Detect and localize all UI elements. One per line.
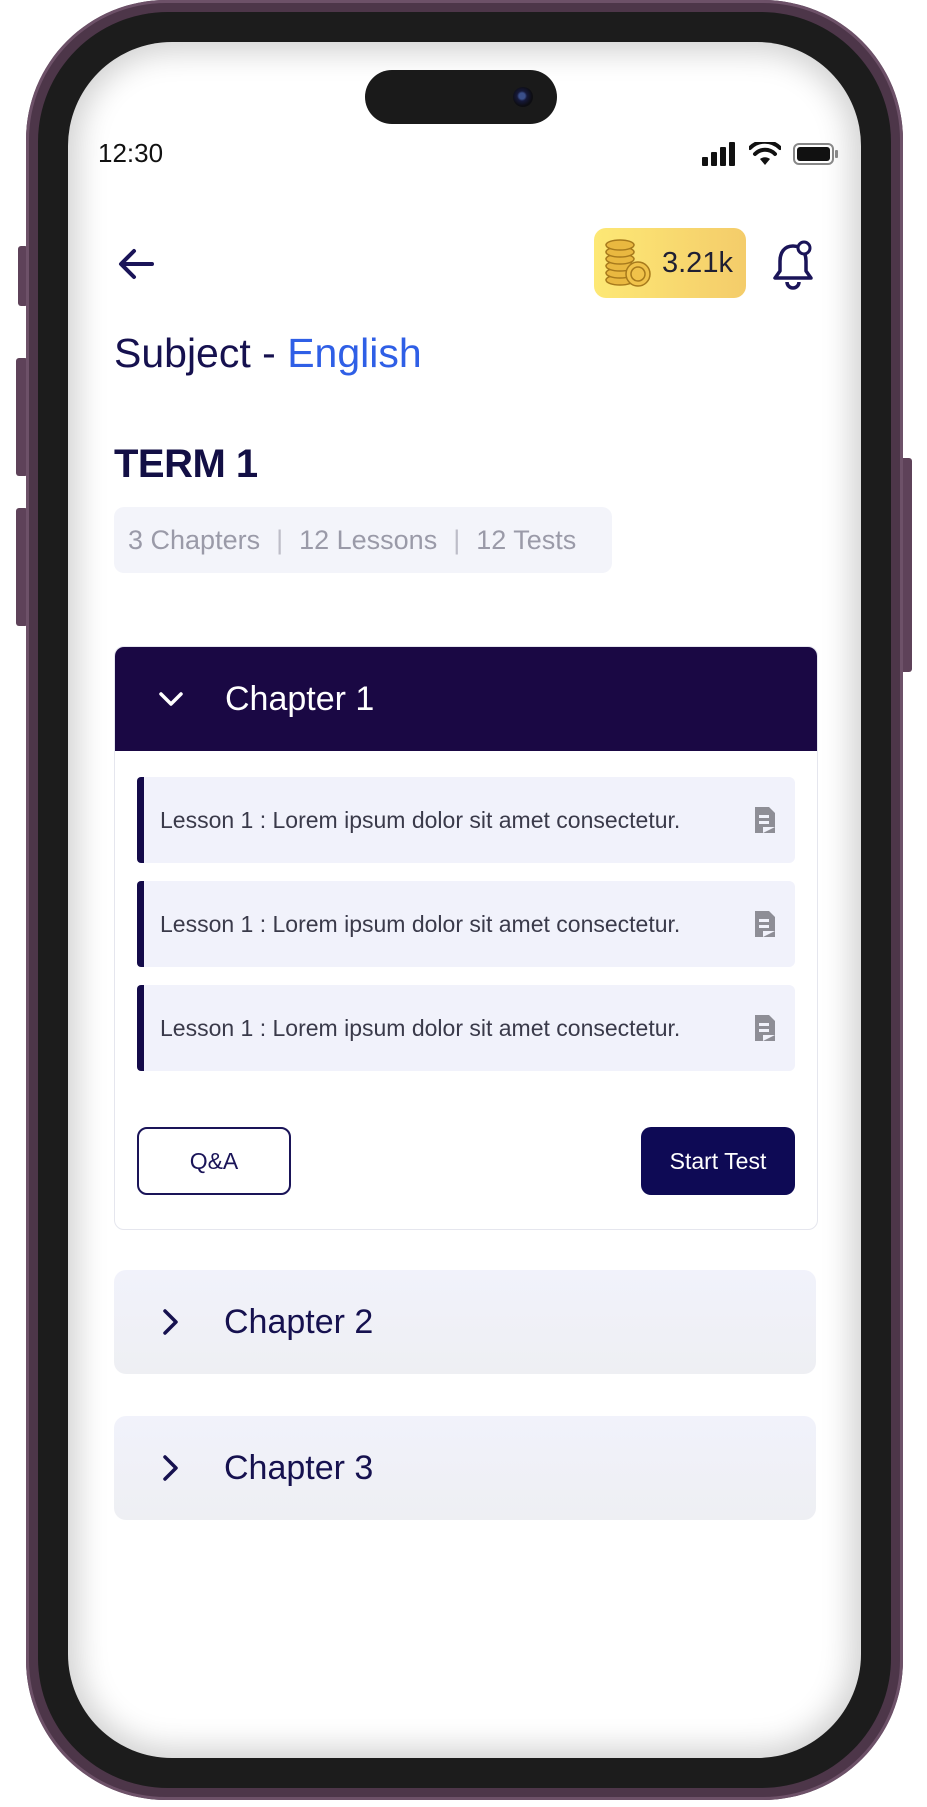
chapter-1-header[interactable]: Chapter 1 [115,647,817,751]
bell-icon [773,240,813,290]
coin-balance-value: 3.21k [662,246,733,279]
lesson-item[interactable]: Lesson 1 : Lorem ipsum dolor sit amet co… [137,881,795,967]
subject-name: English [287,330,422,376]
dynamic-island [365,70,557,124]
term-summary: 3 Chapters | 12 Lessons | 12 Tests [114,507,612,573]
lesson-title: Lesson 1 : Lorem ipsum dolor sit amet co… [160,1014,681,1041]
divider: | [453,524,461,555]
qa-button[interactable]: Q&A [137,1127,291,1195]
chevron-right-icon [163,1309,178,1335]
chevron-right-icon [163,1455,178,1481]
app-screen: 12:30 3.21k Subject - English TERM 1 3 C… [68,42,861,1758]
lessons-count: 12 Lessons [299,524,438,555]
notifications-button[interactable] [771,238,815,290]
document-icon [755,807,775,833]
chapter-2-title: Chapter 2 [224,1302,374,1341]
coin-balance-badge[interactable]: 3.21k [594,228,746,298]
status-time: 12:30 [98,138,164,168]
lesson-item[interactable]: Lesson 1 : Lorem ipsum dolor sit amet co… [137,985,795,1071]
term-title: TERM 1 [114,442,258,486]
chapter-3-header[interactable]: Chapter 3 [114,1416,816,1520]
wifi-icon [749,142,781,165]
battery-icon [793,143,838,165]
start-test-button[interactable]: Start Test [641,1127,795,1195]
document-icon [755,911,775,937]
tests-count: 12 Tests [476,524,577,555]
chapter-1-panel: Chapter 1 Lesson 1 : Lorem ipsum dolor s… [114,646,818,1230]
lesson-title: Lesson 1 : Lorem ipsum dolor sit amet co… [160,806,681,833]
status-icons [701,142,839,166]
chevron-down-icon [159,692,183,706]
chapter-3-title: Chapter 3 [224,1448,374,1487]
camera-icon [513,87,533,107]
chapters-count: 3 Chapters [128,524,261,555]
divider: | [276,524,284,555]
subject-prefix: Subject - [114,330,288,376]
lesson-item[interactable]: Lesson 1 : Lorem ipsum dolor sit amet co… [137,777,795,863]
chapter-2-header[interactable]: Chapter 2 [114,1270,816,1374]
coins-icon [605,239,651,287]
page-title: Subject - English [114,330,422,377]
signal-icon [702,142,735,166]
chapter-1-title: Chapter 1 [225,679,375,718]
document-icon [755,1015,775,1041]
arrow-left-icon [119,249,154,279]
lesson-title: Lesson 1 : Lorem ipsum dolor sit amet co… [160,910,681,937]
back-button[interactable] [114,242,158,286]
